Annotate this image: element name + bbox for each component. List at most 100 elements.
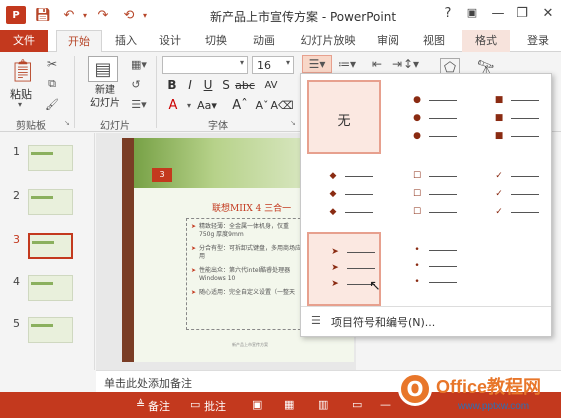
bold-button[interactable]: B [164,76,180,94]
undo-icon[interactable]: ↶ [60,6,78,24]
numbering-button[interactable]: ≔▾ [334,55,360,73]
normal-view-icon[interactable]: ▣ [252,398,262,411]
section-icon[interactable]: ☰▾ [128,96,150,112]
comments-button[interactable]: 批注 [204,398,226,414]
font-launcher-icon[interactable]: ↘ [290,119,296,127]
font-color-icon[interactable]: A [164,96,182,114]
font-color-dropdown-icon[interactable]: ▾ [184,96,194,114]
format-painter-icon[interactable]: 🖌︎ [44,96,60,112]
bullet-style-diamond[interactable]: ◆ ◆ ◆ [307,156,381,230]
italic-button[interactable]: I [182,76,198,94]
group-label-font: 字体 [208,121,228,132]
bullet-style-none[interactable]: 无 [307,80,381,154]
tab-insert[interactable]: 插入 [108,30,144,52]
font-name-dropdown-icon[interactable]: ▾ [240,58,244,67]
slideshow-view-icon[interactable]: ▭ [352,398,362,411]
notes-icon[interactable]: ≜ [136,398,145,411]
thumbnail-bar [31,196,53,199]
undo-dropdown-icon[interactable]: ▾ [80,6,90,24]
bullets-button[interactable]: ☰▾ [302,55,332,73]
minimize-button[interactable]: — [488,6,508,21]
layout-icon[interactable]: ▦▾ [128,56,150,72]
cut-icon[interactable]: ✂ [44,56,60,72]
tab-animations[interactable]: 动画 [246,30,282,52]
close-button[interactable]: ✕ [538,6,558,21]
reading-view-icon[interactable]: ▥ [318,398,328,411]
slide-thumbnail-4[interactable] [28,275,73,301]
copy-icon[interactable]: ⧉ [44,76,60,92]
thumbnail-number: 1 [13,145,20,158]
tab-format[interactable]: 格式 [462,30,510,52]
tab-review[interactable]: 审阅 [370,30,406,52]
bullets-and-numbering-item[interactable]: ☰ 项目符号和编号(N)... [301,306,551,334]
slide-thumbnail-3[interactable] [28,233,73,259]
bullet-style-filled-round[interactable]: ● ● ● [391,80,465,154]
group-label-slides: 幻灯片 [100,121,130,132]
bullet-none-label: 无 [337,114,351,129]
thumbnail-bar [31,152,53,155]
clear-formatting-icon[interactable]: A⌫ [270,96,293,114]
save-icon[interactable]: 💾︎ [34,6,52,24]
filled-round-bullet-icon: ● [413,131,421,141]
notes-button[interactable]: 备注 [148,398,170,414]
new-slide-button[interactable]: 新建 幻灯片 [90,84,120,110]
tab-slideshow[interactable]: 幻灯片放映 [296,30,360,52]
shadow-button[interactable]: S [218,76,234,94]
slide-thumbnail-5[interactable] [28,317,73,343]
thumbnail-number: 3 [13,233,20,246]
help-button[interactable]: ? [438,6,458,21]
customize-qat-icon[interactable]: ▾ [140,6,150,24]
zoom-out-icon[interactable]: — [380,398,391,411]
thumbnail-bar [32,241,54,244]
paste-icon[interactable]: 📋︎ [8,56,38,86]
arrow-bullet-icon: ➤ [331,279,339,289]
slide-bullet: 分合有型：可拆卸式键盘，多用商场应用 [191,245,301,261]
filled-round-bullet-icon: ● [413,95,421,105]
slide-thumbnail-2[interactable] [28,189,73,215]
font-size-dropdown-icon[interactable]: ▾ [286,58,290,67]
slide-side-band [122,138,134,362]
paste-dropdown-icon[interactable]: ▾ [18,100,22,109]
notes-placeholder: 单击此处添加备注 [104,377,192,390]
decrease-indent-icon[interactable]: ⇤ [368,55,386,73]
tab-view[interactable]: 视图 [416,30,452,52]
start-from-beginning-icon[interactable]: ⟲ [120,6,138,24]
comments-icon[interactable]: ▭ [190,398,200,411]
slide-title[interactable]: 联想MIIX 4 三合一 [212,201,291,214]
redo-icon[interactable]: ↷ [94,6,112,24]
ribbon-tabs: 文件 开始 插入 设计 切换 动画 幻灯片放映 审阅 视图 格式 登录 [0,30,561,53]
tab-transitions[interactable]: 切换 [198,30,234,52]
ribbon-display-options-icon[interactable]: ▣ [462,6,482,19]
underline-button[interactable]: U [200,76,216,94]
font-name-combobox[interactable] [162,56,248,74]
reset-icon[interactable]: ↺ [128,76,144,92]
increase-font-icon[interactable]: Aˆ [232,96,248,114]
bullet-style-checkmark[interactable]: ✓ ✓ ✓ [473,156,547,230]
hollow-square-bullet-icon: ☐ [412,171,422,181]
decrease-font-icon[interactable]: Aˇ [254,96,270,114]
slide-sorter-icon[interactable]: ▦ [284,398,294,411]
clipboard-launcher-icon[interactable]: ↘ [64,119,70,127]
change-case-icon[interactable]: Aa▾ [196,96,218,114]
restore-button[interactable]: ❐ [512,6,532,21]
strikethrough-button[interactable]: abc [235,76,255,94]
new-slide-icon[interactable]: ▤ [88,56,118,82]
slide-content-placeholder[interactable]: 精致轻薄：全金属一体机身，仅重750g 厚度9mm 分合有型：可拆卸式键盘，多用… [186,218,306,330]
watermark-url: www.pptxw.com [458,401,530,412]
line-spacing-icon[interactable]: ↕▾ [400,55,422,73]
window-title: 新产品上市宣传方案 - PowerPoint [210,10,397,24]
bullet-style-small-dot[interactable]: • • • [391,232,465,306]
slide-thumbnail-1[interactable] [28,145,73,171]
tab-home[interactable]: 开始 [56,30,102,53]
bullet-style-arrow[interactable]: ➤ ➤ ➤ ↖ [307,232,381,306]
group-label-clipboard: 剪贴板 [16,121,46,132]
new-slide-label-line1: 新建 [95,85,115,96]
slide-thumbnails-pane: 1 2 3 4 5 [0,133,95,370]
bullet-style-filled-square[interactable]: ■ ■ ■ [473,80,547,154]
login-link[interactable]: 登录 [518,30,558,52]
tab-design[interactable]: 设计 [152,30,188,52]
spacing-button[interactable]: AV [262,76,280,94]
tab-file[interactable]: 文件 [0,30,48,52]
bullet-style-hollow-square[interactable]: ☐ ☐ ☐ [391,156,465,230]
new-slide-label-line2: 幻灯片 [90,98,120,109]
